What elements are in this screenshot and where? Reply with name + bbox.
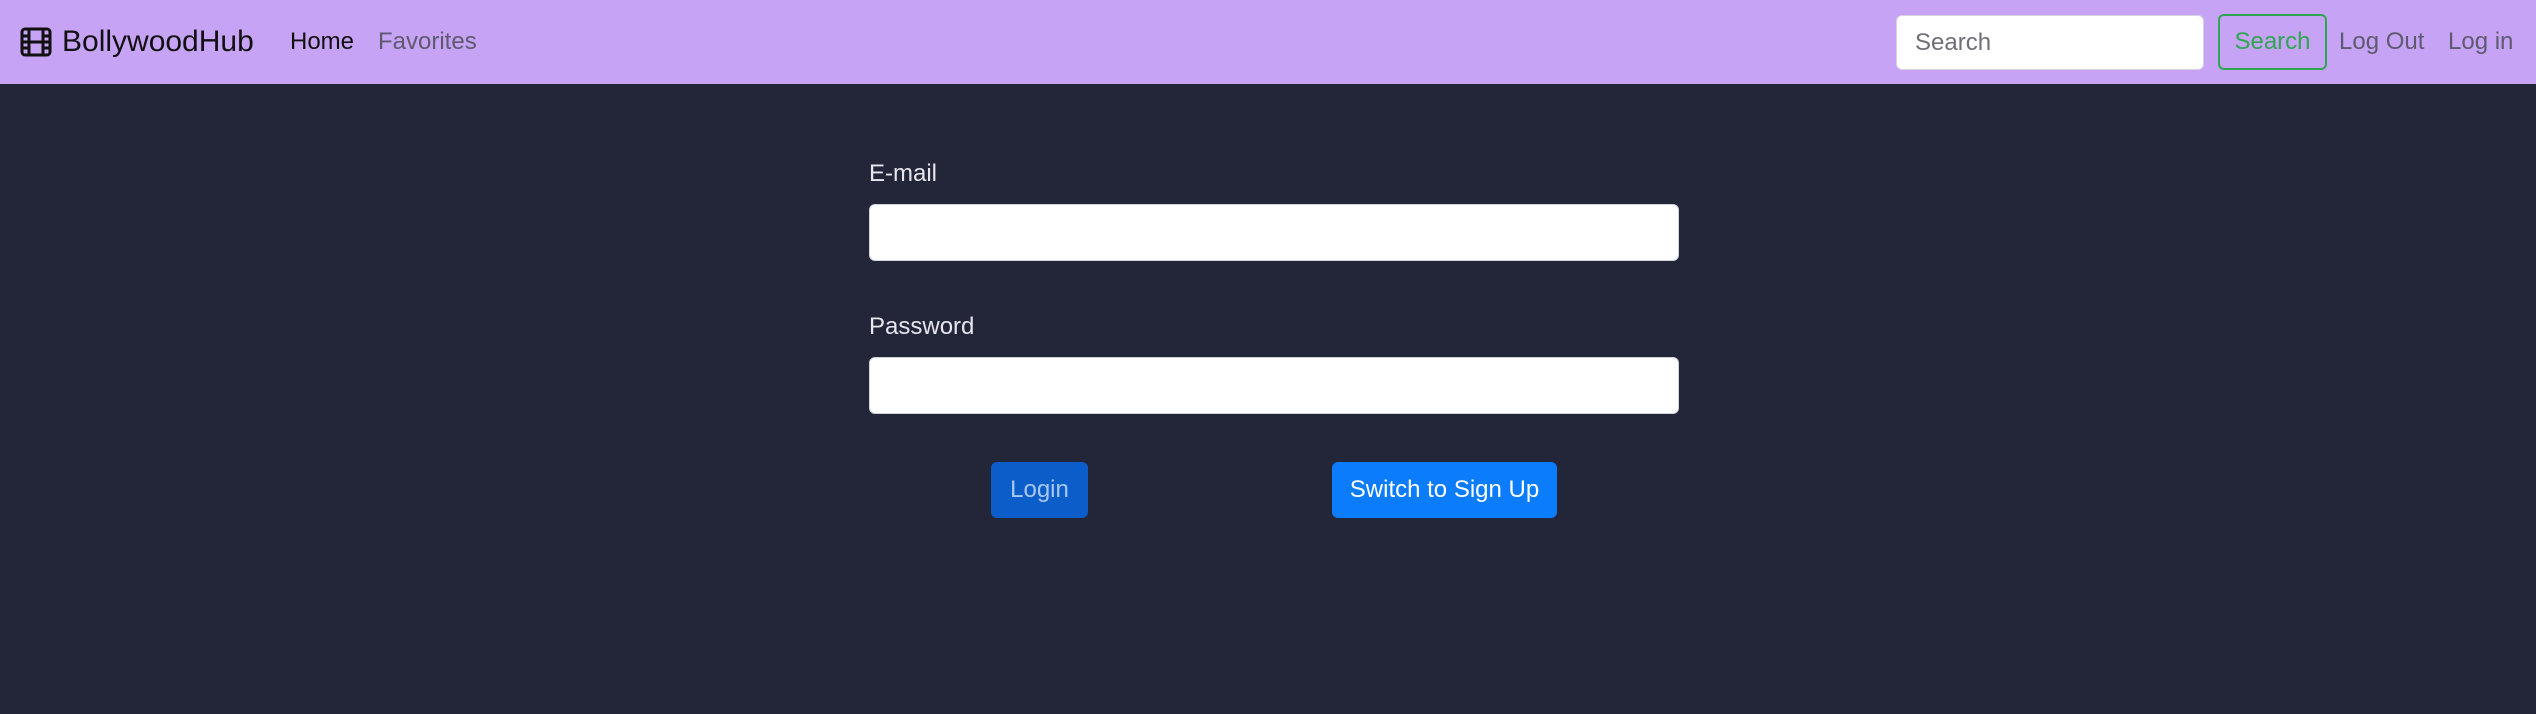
logout-link[interactable]: Log Out	[2339, 24, 2424, 60]
login-link[interactable]: Log in	[2448, 24, 2513, 60]
login-button[interactable]: Login	[991, 462, 1088, 518]
film-icon	[20, 27, 52, 57]
navbar: BollywoodHub Home Favorites Search Log O…	[0, 0, 2536, 84]
email-label: E-mail	[869, 160, 938, 187]
email-field[interactable]	[869, 204, 1679, 261]
brand-link[interactable]: BollywoodHub	[20, 20, 254, 64]
password-field[interactable]	[869, 357, 1679, 414]
nav-link-favorites[interactable]: Favorites	[378, 24, 477, 60]
switch-to-signup-button[interactable]: Switch to Sign Up	[1332, 462, 1557, 518]
nav-link-home[interactable]: Home	[290, 24, 354, 60]
password-label: Password	[869, 313, 975, 340]
brand-name: BollywoodHub	[62, 25, 254, 58]
search-input[interactable]	[1896, 15, 2204, 70]
search-button[interactable]: Search	[2218, 14, 2327, 70]
